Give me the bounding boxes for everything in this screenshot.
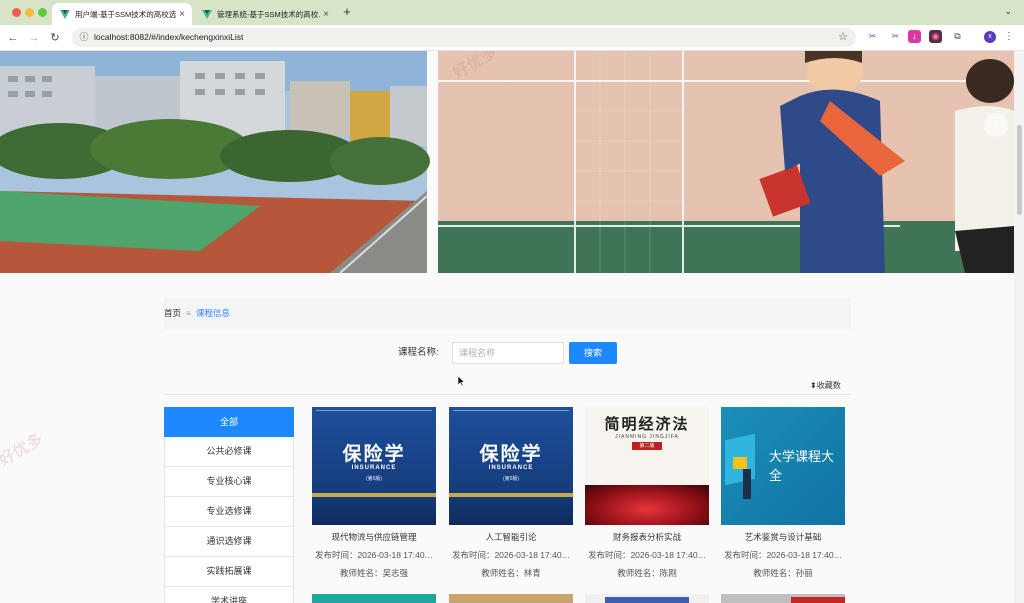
window-maximize-button[interactable] — [38, 8, 47, 17]
category-item-practice[interactable]: 实践拓展课 — [164, 557, 294, 587]
mouse-cursor-icon — [458, 376, 465, 386]
capture-extension-icon[interactable]: ◉ — [929, 30, 942, 43]
category-item-major-elective[interactable]: 专业选修课 — [164, 497, 294, 527]
banner-carousel — [0, 51, 1014, 273]
cover-subtitle: INSURANCE — [351, 465, 397, 471]
cover-title: 简明经济法 — [604, 416, 690, 433]
breadcrumb-home[interactable]: 首页 — [164, 298, 181, 329]
course-cover-image[interactable] — [721, 594, 845, 603]
vue-logo-icon — [202, 9, 212, 19]
course-publish-time: 发布时间：2026-03-18 17:40… — [723, 550, 843, 560]
course-card[interactable]: 大学课程大全 艺术鉴赏与设计基础 发布时间：2026-03-18 17:40… … — [721, 407, 845, 579]
window-minimize-button[interactable] — [25, 8, 34, 17]
carousel-next-button[interactable]: › — [984, 113, 1008, 137]
course-cover-image[interactable]: 保险学 INSURANCE (第5版) — [449, 407, 573, 525]
tab-title: 用户端-基于SSM技术的高校选… — [75, 9, 176, 19]
course-publish-time: 发布时间：2026-03-18 17:40… — [451, 550, 571, 560]
sort-by-favorites-button[interactable]: ⬍收藏数 — [810, 380, 841, 391]
url-text[interactable]: localhost:8082/#/index/kechengxinxiList — [94, 28, 243, 47]
watermark: 好优多 — [0, 430, 47, 470]
course-teacher: 教师姓名：孙丽 — [753, 568, 813, 578]
bookmark-star-icon[interactable]: ☆ — [838, 30, 848, 43]
profile-avatar[interactable]: x — [984, 31, 996, 43]
course-publish-time: 发布时间：2026-03-18 17:40… — [314, 550, 434, 560]
course-card[interactable]: 保险学 INSURANCE (第5版) 现代物流与供应链管理 发布时间：2026… — [312, 407, 436, 579]
cover-edition: (第5版) — [365, 476, 383, 482]
divider — [164, 394, 851, 395]
tab-close-icon[interactable]: × — [320, 9, 332, 20]
course-name[interactable]: 现代物流与供应链管理 — [312, 531, 436, 543]
category-list: 全部 公共必修课 专业核心课 专业选修课 通识选修课 实践拓展课 学术讲座 — [164, 407, 294, 603]
download-extension-icon[interactable]: ↓ — [908, 30, 921, 43]
course-publish-time: 发布时间：2026-03-18 17:40… — [587, 550, 707, 560]
tab-search-icon[interactable]: ⌄ — [1004, 6, 1012, 17]
category-item-major-core[interactable]: 专业核心课 — [164, 467, 294, 497]
scissors-extension-icon[interactable]: ✂ — [866, 30, 879, 43]
forward-arrow-icon[interactable]: → — [27, 31, 41, 45]
search-button[interactable]: 搜索 — [569, 342, 617, 364]
address-bar[interactable]: ⓘ localhost:8082/#/index/kechengxinxiLis… — [72, 28, 856, 47]
cover-title: 大学课程大全 — [769, 449, 835, 483]
vue-logo-icon — [60, 9, 70, 19]
browser-menu-icon[interactable]: ⋮ — [1004, 30, 1014, 43]
cover-edition: (第5版) — [502, 476, 520, 482]
course-cover-image[interactable] — [312, 594, 436, 603]
cover-subtitle: INSURANCE — [488, 465, 534, 471]
breadcrumb-current: 课程信息 — [196, 308, 231, 318]
category-item-public-required[interactable]: 公共必修课 — [164, 437, 294, 467]
course-teacher: 教师姓名：吴志强 — [339, 568, 408, 578]
tab-close-icon[interactable]: × — [176, 9, 188, 20]
course-name[interactable]: 财务报表分析实战 — [585, 531, 709, 543]
page-viewport: › 好优多 好优多 好优多 首页 ≡ 课程信息 课程名称: 搜索 ⬍收藏数 全部… — [0, 51, 1014, 603]
cover-title: 保险学 — [479, 444, 543, 465]
course-name[interactable]: 人工智能引论 — [449, 531, 573, 543]
reload-icon[interactable]: ↻ — [48, 31, 62, 45]
site-info-icon[interactable]: ⓘ — [78, 31, 90, 43]
browser-tabbar: 用户端-基于SSM技术的高校选… × 管理系统-基于SSM技术的高校… × + … — [0, 0, 1024, 25]
course-cover-image[interactable] — [585, 594, 709, 603]
cover-edition: 第二版 — [632, 442, 662, 450]
cover-title: 保险学 — [342, 444, 406, 465]
course-teacher: 教师姓名：林青 — [481, 568, 541, 578]
window-close-button[interactable] — [12, 8, 21, 17]
course-teacher: 教师姓名：陈刚 — [617, 568, 677, 578]
category-item-lecture[interactable]: 学术讲座 — [164, 587, 294, 603]
cover-subtitle: JIANMING JINGJIFA — [615, 434, 679, 440]
scrollbar-thumb[interactable] — [1017, 125, 1022, 215]
course-cover-image[interactable]: 大学课程大全 — [721, 407, 845, 525]
course-name[interactable]: 艺术鉴赏与设计基础 — [721, 531, 845, 543]
back-arrow-icon[interactable]: ← — [6, 31, 20, 45]
breadcrumb: 首页 ≡ 课程信息 — [164, 298, 851, 329]
category-item-all[interactable]: 全部 — [164, 407, 294, 437]
breadcrumb-separator-icon: ≡ — [186, 309, 191, 318]
browser-tab-user[interactable]: 用户端-基于SSM技术的高校选… × — [52, 3, 192, 25]
tools-extension-icon[interactable]: ✂ — [889, 30, 902, 43]
category-item-general-elective[interactable]: 通识选修课 — [164, 527, 294, 557]
course-card[interactable]: 简明经济法 JIANMING JINGJIFA 第二版 财务报表分析实战 发布时… — [585, 407, 709, 579]
course-cover-image[interactable]: 简明经济法 JIANMING JINGJIFA 第二版 — [585, 407, 709, 525]
course-name-search-input[interactable] — [452, 342, 564, 364]
course-card[interactable]: 保险学 INSURANCE (第5版) 人工智能引论 发布时间：2026-03-… — [449, 407, 573, 579]
browser-toolbar: ← → ↻ ⓘ localhost:8082/#/index/kechengxi… — [0, 25, 1024, 51]
course-cover-image[interactable]: 保险学 INSURANCE (第5版) — [312, 407, 436, 525]
extensions-puzzle-icon[interactable]: ⧉ — [951, 30, 964, 43]
new-tab-button[interactable]: + — [340, 4, 354, 20]
tab-title: 管理系统-基于SSM技术的高校… — [217, 9, 320, 19]
course-cover-image[interactable] — [449, 594, 573, 603]
search-label: 课程名称: — [398, 347, 439, 358]
browser-tab-admin[interactable]: 管理系统-基于SSM技术的高校… × — [194, 3, 336, 25]
